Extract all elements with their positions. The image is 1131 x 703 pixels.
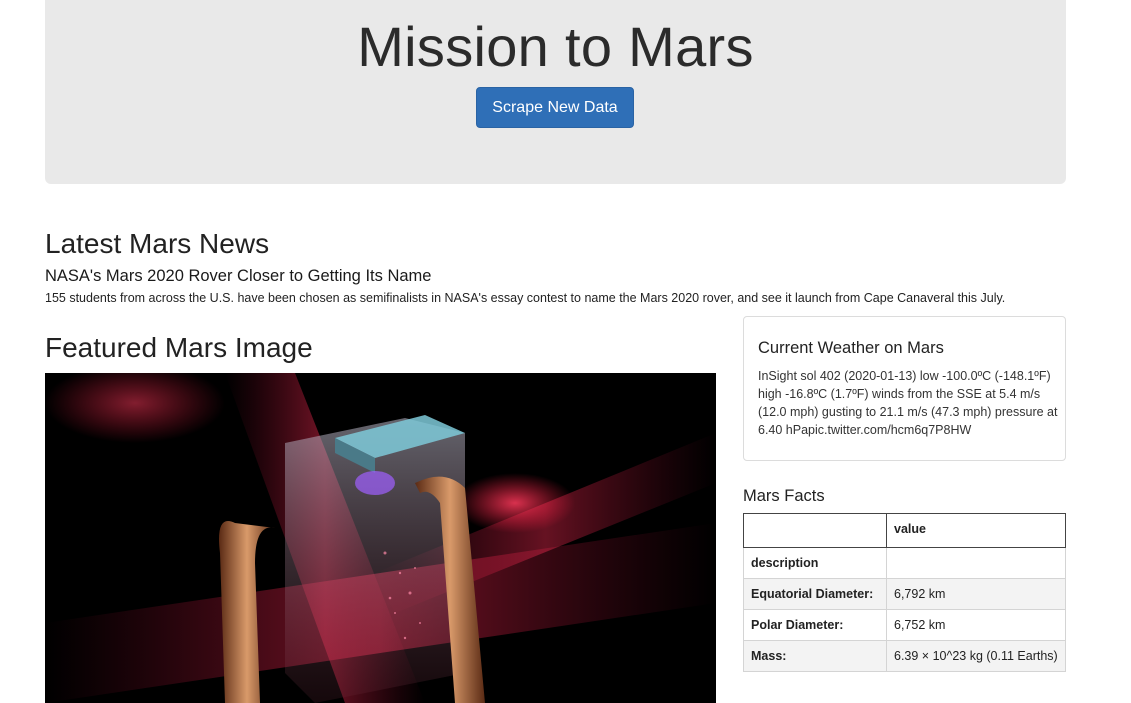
fact-label: Mass: [743, 640, 887, 672]
table-header-cell: value [886, 513, 1066, 548]
latest-news-heading: Latest Mars News [45, 228, 270, 259]
mars-facts-heading: Mars Facts [743, 487, 825, 505]
mars-facts-table: value description Equatorial Diameter: 6… [743, 513, 1066, 672]
fact-label: description [743, 547, 887, 579]
table-header-cell [743, 513, 887, 548]
news-teaser: 155 students from across the U.S. have b… [45, 291, 1006, 305]
weather-text: InSight sol 402 (2020-01-13) low -100.0º… [758, 369, 1058, 437]
news-title: NASA's Mars 2020 Rover Closer to Getting… [45, 267, 432, 285]
table-row: Polar Diameter: 6,752 km [743, 609, 1066, 641]
scrape-new-data-button[interactable]: Scrape New Data [476, 87, 634, 128]
featured-mars-image[interactable] [45, 373, 716, 703]
fact-value: 6.39 × 10^23 kg (0.11 Earths) [886, 640, 1066, 672]
page-title: Mission to Mars [357, 15, 754, 78]
weather-card: Current Weather on Mars InSight sol 402 … [743, 316, 1066, 461]
fact-label: Equatorial Diameter: [743, 578, 887, 610]
fact-label: Polar Diameter: [743, 609, 887, 641]
table-row: Equatorial Diameter: 6,792 km [743, 578, 1066, 610]
weather-title: Current Weather on Mars [758, 339, 944, 357]
table-row: description [743, 547, 1066, 579]
table-row: Mass: 6.39 × 10^23 kg (0.11 Earths) [743, 640, 1066, 672]
featured-image-illustration [45, 373, 716, 703]
table-header-row: value [743, 513, 1066, 548]
fact-value [886, 547, 1066, 579]
fact-value: 6,792 km [886, 578, 1066, 610]
header-jumbotron: Mission to Mars Scrape New Data [45, 0, 1066, 184]
fact-value: 6,752 km [886, 609, 1066, 641]
featured-image-heading: Featured Mars Image [45, 332, 313, 363]
